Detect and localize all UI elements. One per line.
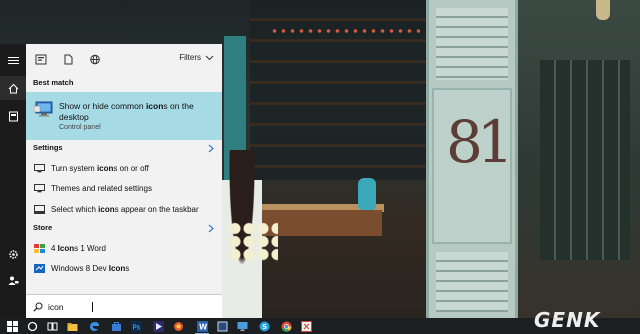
menu-hamburger-icon[interactable] — [0, 48, 26, 72]
monitor-app-icon[interactable] — [236, 320, 248, 332]
media-app-icon[interactable] — [152, 320, 164, 332]
start-windows-icon[interactable] — [6, 320, 18, 332]
chevron-down-icon — [205, 55, 214, 60]
result-label: Themes and related settings — [51, 183, 152, 193]
genk-watermark-logo: GENK — [534, 308, 601, 332]
skype-icon[interactable]: S — [258, 320, 270, 332]
store-section-header[interactable]: Store — [26, 220, 222, 236]
filters-label: Filters — [179, 53, 201, 62]
word-app-icon[interactable]: W — [196, 320, 208, 332]
chevron-right-icon — [208, 224, 214, 233]
search-input[interactable] — [48, 300, 208, 314]
svg-text:W: W — [199, 322, 208, 331]
settings-section-header[interactable]: Settings — [26, 140, 222, 156]
edge-browser-icon[interactable] — [88, 320, 100, 332]
result-label: Select which icons appear on the taskbar — [51, 204, 199, 214]
best-match-header: Best match — [33, 78, 74, 87]
best-match-subtitle: Control panel — [59, 124, 101, 131]
svg-text:Ps: Ps — [132, 323, 140, 331]
result-label: Turn system icons on or off — [51, 163, 149, 173]
best-match-title: Show or hide common icons on the desktop — [59, 101, 194, 122]
chrome-icon[interactable] — [280, 320, 292, 332]
result-label: Windows 8 Dev Icons — [51, 263, 130, 273]
cortana-circle-icon[interactable] — [26, 320, 38, 332]
feedback-user-icon[interactable] — [0, 268, 26, 292]
display-settings-icon — [34, 183, 45, 192]
result-label: 4 Icons 1 Word — [51, 243, 106, 253]
game-app-icon — [34, 243, 45, 253]
settings-gear-icon[interactable] — [0, 242, 26, 266]
store-result-item[interactable]: Windows 8 Dev Icons — [26, 258, 222, 278]
snipping-app-icon[interactable] — [300, 320, 312, 332]
spark-app-icon[interactable] — [172, 320, 184, 332]
search-box[interactable] — [26, 294, 222, 318]
store-app-icon — [34, 263, 45, 273]
best-match-result[interactable]: Show or hide common icons on the desktop… — [26, 92, 222, 140]
settings-result-item[interactable]: Select which icons appear on the taskbar — [26, 199, 222, 219]
chevron-right-icon — [208, 144, 214, 153]
notebook-icon[interactable] — [0, 104, 26, 128]
window-app-icon[interactable] — [216, 320, 228, 332]
taskbar-settings-icon — [34, 204, 45, 214]
search-icon — [33, 302, 43, 312]
home-icon[interactable] — [0, 76, 26, 100]
photoshop-icon[interactable]: Ps — [130, 320, 142, 332]
svg-text:S: S — [262, 323, 267, 331]
apps-filter-icon[interactable] — [35, 54, 47, 65]
store-result-item[interactable]: 4 Icons 1 Word — [26, 238, 222, 258]
desktop-icons-settings-icon — [34, 101, 53, 117]
documents-filter-icon[interactable] — [62, 54, 74, 65]
settings-result-item[interactable]: Themes and related settings — [26, 178, 222, 198]
start-left-rail — [0, 44, 26, 318]
search-results-panel: Filters Best match Show or hide common i… — [26, 44, 222, 318]
task-view-icon[interactable] — [46, 320, 58, 332]
text-caret — [92, 302, 93, 312]
filters-dropdown[interactable]: Filters — [179, 53, 214, 62]
store-taskbar-icon[interactable] — [110, 320, 122, 332]
file-explorer-icon[interactable] — [66, 320, 78, 332]
display-settings-icon — [34, 163, 45, 172]
settings-result-item[interactable]: Turn system icons on or off — [26, 158, 222, 178]
web-filter-icon[interactable] — [89, 54, 101, 65]
filter-toolbar: Filters — [26, 44, 222, 74]
